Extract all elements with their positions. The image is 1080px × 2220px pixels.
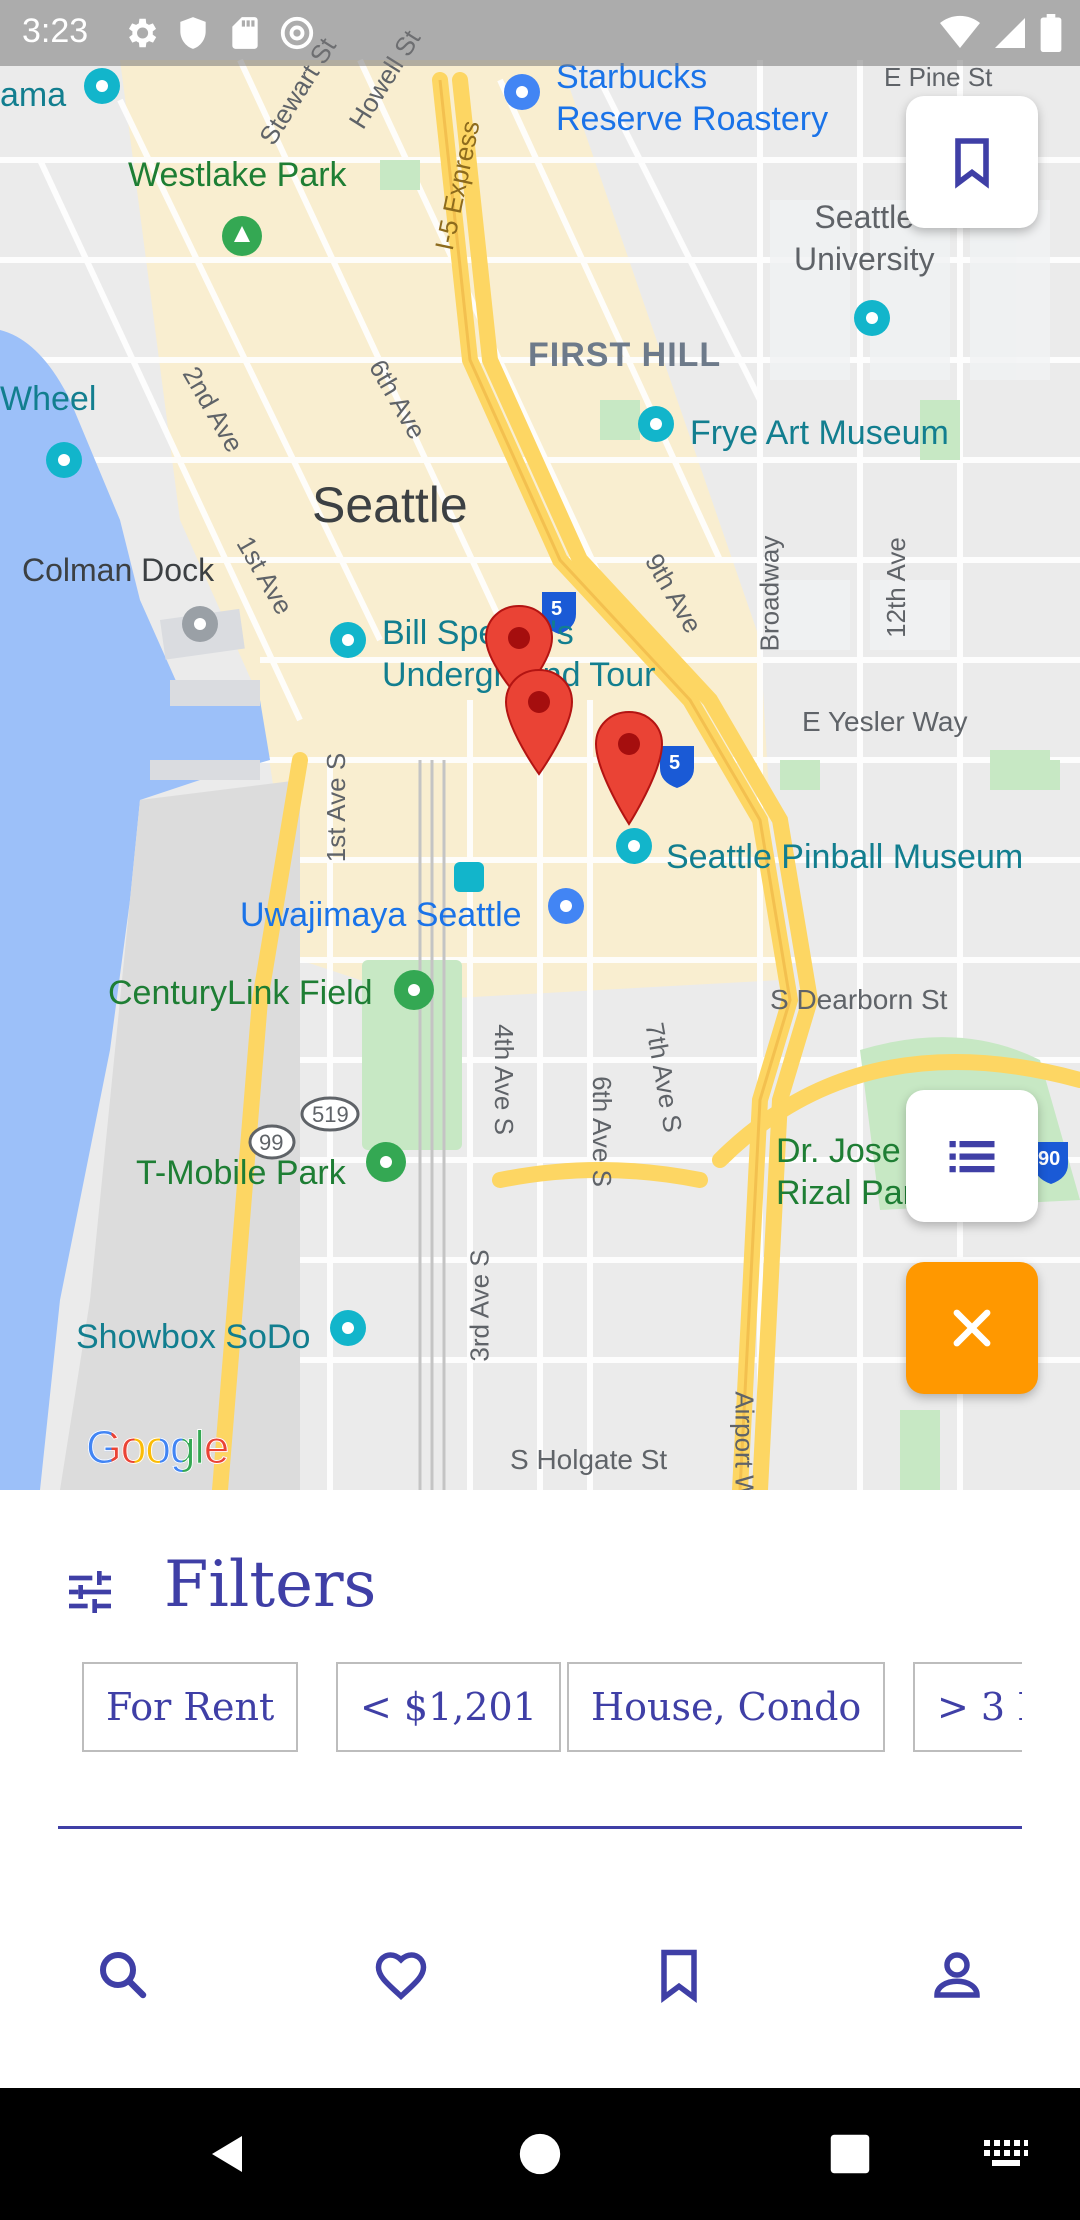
signal-icon <box>995 18 1025 48</box>
recents-square-icon <box>830 2134 870 2174</box>
map-label-starbucks[interactable]: Starbucks Reserve Roastery <box>556 56 828 140</box>
map-label-dearborn: S Dearborn St <box>770 984 948 1015</box>
map-label-6th-ave-s: 6th Ave S <box>586 1076 617 1187</box>
gear-icon <box>128 18 157 48</box>
back-triangle-icon <box>212 2136 242 2172</box>
map-label-airport-way: Airport W <box>729 1391 760 1490</box>
chip-rooms[interactable]: > 3 R <box>913 1662 1022 1752</box>
route-519-shield: 519 <box>312 1102 349 1127</box>
close-fab[interactable] <box>906 1262 1038 1394</box>
bookmark-fab[interactable] <box>906 96 1038 228</box>
i5-shield-b: 5 <box>669 752 681 774</box>
filters-title: Filters <box>164 1548 377 1622</box>
list-view-fab[interactable] <box>906 1090 1038 1222</box>
system-keyboard-button[interactable] <box>966 2088 1046 2220</box>
heart-icon <box>375 1952 427 2000</box>
wifi-icon <box>940 15 980 49</box>
battery-icon <box>1040 14 1062 52</box>
bottom-nav <box>0 1920 1080 2030</box>
chip-property-type[interactable]: House, Condo <box>567 1662 886 1752</box>
shield-icon <box>180 17 206 49</box>
route-99-shield: 99 <box>259 1130 284 1155</box>
map-label-4th-ave-s: 4th Ave S <box>488 1024 519 1135</box>
map-label-3rd-ave-s: 3rd Ave S <box>464 1249 495 1362</box>
map-label-first-hill: FIRST HILL <box>528 336 722 374</box>
chip-price[interactable]: < $1,201 <box>336 1662 561 1752</box>
map-label-seattle: Seattle <box>312 477 468 533</box>
nav-favorites[interactable] <box>346 1920 456 2030</box>
map-label-yesler: E Yesler Way <box>802 706 968 737</box>
keyboard-icon <box>984 2140 1028 2166</box>
map-label-12th-ave: 12th Ave <box>880 537 911 638</box>
system-nav-bar <box>0 2088 1080 2220</box>
chip-listing-type[interactable]: For Rent <box>82 1662 299 1752</box>
status-bar: 3:23 <box>0 0 1080 66</box>
google-logo: Google <box>85 1420 229 1474</box>
map-label-uwajimaya[interactable]: Uwajimaya Seattle <box>240 896 522 935</box>
bookmark-icon <box>955 138 989 189</box>
nav-profile[interactable] <box>902 1920 1012 2030</box>
tune-icon[interactable] <box>62 1564 118 1620</box>
nav-search[interactable] <box>68 1920 178 2030</box>
map-label-pinball[interactable]: Seattle Pinball Museum <box>666 838 1023 877</box>
map-label-wheel[interactable]: Wheel <box>0 380 96 419</box>
bookmark-icon <box>661 1949 697 2003</box>
filters-sheet: Filters For Rent < $1,201 House, Condo >… <box>0 1490 1080 2090</box>
google-attribution: Google <box>85 1421 229 1474</box>
filter-chips: For Rent < $1,201 House, Condo > 3 R <box>82 1662 1022 1762</box>
close-icon <box>953 1309 991 1347</box>
map-label-broadway: Broadway <box>754 535 785 652</box>
at-sign-icon <box>280 16 314 50</box>
status-time: 3:23 <box>22 12 89 50</box>
nav-saved[interactable] <box>624 1920 734 2030</box>
sd-card-icon <box>232 17 258 49</box>
map-label-ama: ama <box>0 76 67 114</box>
map-label-colman-dock[interactable]: Colman Dock <box>22 552 214 589</box>
sheet-divider <box>58 1826 1022 1829</box>
search-icon <box>100 1952 147 1999</box>
listing-marker-2[interactable] <box>504 668 574 778</box>
system-home-button[interactable] <box>500 2088 580 2220</box>
map-label-showbox[interactable]: Showbox SoDo <box>76 1318 310 1357</box>
system-back-button[interactable] <box>190 2088 270 2220</box>
map-label-tmobile[interactable]: T-Mobile Park <box>136 1154 346 1193</box>
person-icon <box>934 1952 980 1998</box>
home-circle-icon <box>519 2133 561 2175</box>
map-label-centurylink[interactable]: CenturyLink Field <box>108 974 373 1013</box>
map-label-pine: E Pine St <box>884 62 993 92</box>
list-icon <box>949 1141 995 1173</box>
i90-shield: 90 <box>1038 1148 1061 1170</box>
map-label-westlake[interactable]: Westlake Park <box>128 156 347 195</box>
map-label-holgate: S Holgate St <box>510 1444 668 1475</box>
system-recents-button[interactable] <box>810 2088 890 2220</box>
listing-marker-3[interactable] <box>594 710 664 828</box>
map-label-frye[interactable]: Frye Art Museum <box>690 414 949 453</box>
map-label-1st-ave-s: 1st Ave S <box>321 752 352 863</box>
